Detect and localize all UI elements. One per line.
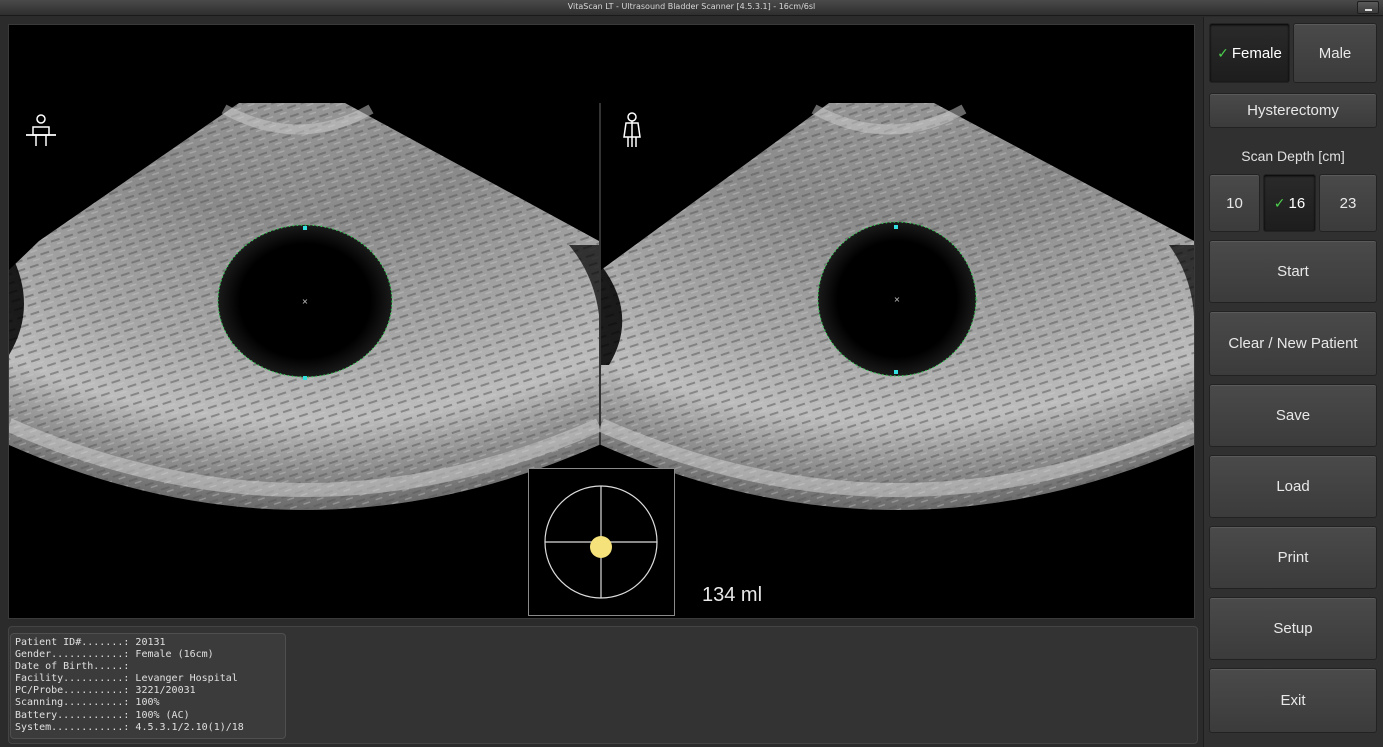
info-row-dob: Date of Birth.....: [15,661,130,673]
left-scan-image: × [9,103,602,510]
title-bar: VitaScan LT - Ultrasound Bladder Scanner… [0,0,1383,16]
female-button[interactable]: ✓ Female [1209,23,1290,83]
male-button[interactable]: Male [1293,23,1377,83]
load-button[interactable]: Load [1209,455,1377,518]
info-row-system: System............: 4.5.3.1/2.10(1)/18 [15,721,244,733]
ultrasound-view: × × 134 ml [8,24,1195,619]
info-row-battery: Battery...........: 100% (AC) [15,709,190,721]
info-row-scanning: Scanning..........: 100% [15,697,160,709]
info-row-facility: Facility..........: Levanger Hospital [15,673,238,685]
clear-new-patient-button[interactable]: Clear / New Patient [1209,311,1377,376]
window-title: VitaScan LT - Ultrasound Bladder Scanner… [567,2,816,11]
target-marker [590,536,612,558]
patient-info-box: Patient ID#.......: 20131 Gender........… [10,633,286,739]
hysterectomy-button[interactable]: Hysterectomy [1209,93,1377,128]
sagittal-orientation-icon [623,112,641,147]
check-icon: ✓ [1217,44,1229,61]
depth-16-button[interactable]: ✓ 16 [1263,174,1316,232]
exit-button[interactable]: Exit [1209,668,1377,733]
depth-23-button[interactable]: 23 [1319,174,1377,232]
scan-depth-label: Scan Depth [cm] [1241,148,1345,164]
svg-text:×: × [302,297,309,306]
info-row-probe: PC/Probe..........: 3221/20031 [15,685,196,697]
info-row-patient-id: Patient ID#.......: 20131 [15,637,166,648]
info-row-gender: Gender............: Female (16cm) [15,649,214,661]
bladder-volume: 134 ml [702,584,763,606]
setup-button[interactable]: Setup [1209,597,1377,660]
aiming-crosshair [528,468,675,616]
start-button[interactable]: Start [1209,240,1377,303]
depth-10-button[interactable]: 10 [1209,174,1260,232]
save-button[interactable]: Save [1209,384,1377,447]
right-scan-image: × [598,103,1194,510]
svg-text:×: × [894,295,901,304]
minimize-button[interactable] [1357,1,1379,14]
check-icon: ✓ [1273,194,1286,211]
transverse-orientation-icon [26,114,56,146]
print-button[interactable]: Print [1209,526,1377,589]
